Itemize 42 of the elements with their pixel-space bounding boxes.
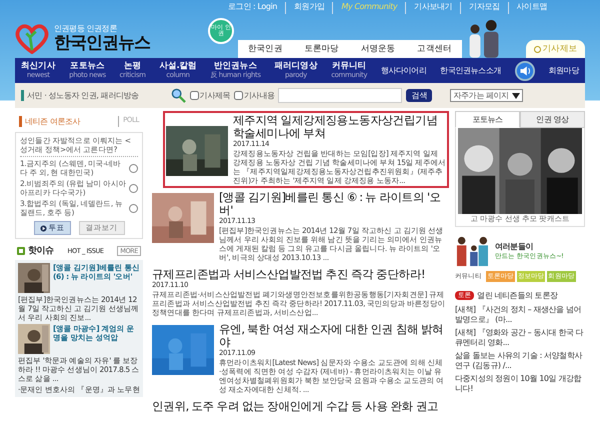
checkbox[interactable] <box>190 91 199 100</box>
top-tab[interactable]: 한국인권 <box>248 43 282 55</box>
banner-title: 여러분들이 <box>495 241 534 252</box>
heart-logo-icon <box>15 24 49 54</box>
member-link[interactable]: 회원마당 <box>548 65 579 76</box>
search-field[interactable] <box>278 88 402 103</box>
forum-item[interactable]: [새책] 『영화와 공간 – 동시대 한국 다큐멘터리 영화... <box>455 328 585 348</box>
radio-button[interactable] <box>129 164 138 172</box>
radio-button[interactable] <box>129 184 138 192</box>
speaker-icon[interactable] <box>514 60 535 80</box>
hot-title: 핫이슈 <box>28 245 54 257</box>
article-title[interactable]: 규제프리존법과 서비스산업발전법 추진 즉각 중단하라! <box>152 268 446 281</box>
search-button[interactable]: 검색 <box>406 89 432 102</box>
caret-icon <box>512 92 520 98</box>
forum-item[interactable]: [새책] 『사건의 정치 – 재생산을 넘어 발명으로』 (마... <box>455 305 585 325</box>
checkbox-label: 기사제목 <box>200 90 230 101</box>
top-tab[interactable]: 고객센터 <box>417 43 452 55</box>
article-card[interactable]: 인권위, 도주 우려 없는 장애인에게 수갑 등 사용 완화 권고 <box>149 397 449 416</box>
article-title[interactable]: 유엔, 북한 여성 재소자에 대한 인권 침해 밝혀야 <box>219 323 446 349</box>
media-tab[interactable]: 포토뉴스 <box>455 111 520 128</box>
page-select[interactable]: 자주가는 페이지 <box>450 89 523 102</box>
article-title[interactable]: [앵콜 김기원]베를린 통신 ⑥ : 뉴 라이트의 '오버' <box>219 191 446 217</box>
forum-item[interactable]: 다중지성의 정원이 10월 10일 개강합니다! <box>455 374 585 394</box>
top-tab[interactable]: 서명운동 <box>360 43 396 55</box>
media-tab[interactable]: 인권 영상 <box>520 111 585 128</box>
checkbox[interactable] <box>234 91 244 100</box>
play-icon <box>40 224 46 232</box>
search-icon <box>170 88 186 103</box>
family-figures-icon <box>455 235 489 267</box>
article-title[interactable]: 제주지역 일제강제징용노동자상건립기념 학술세미나에 부쳐 <box>233 114 446 140</box>
radio-button[interactable] <box>129 204 138 212</box>
tagline: 서민 · 성노동자 인권, 패러디방송 <box>21 90 139 101</box>
logo-slogan: 인권평등 인권정론 <box>54 25 118 34</box>
top-tab[interactable]: 토론마당 <box>304 43 339 55</box>
checkbox-label: 기사내용 <box>244 90 274 101</box>
nav-link[interactable]: 행사다이어리 <box>380 65 426 76</box>
nav-link[interactable]: 한국인권뉴스소개 <box>440 65 502 76</box>
article-title[interactable]: 인권위, 도주 우려 없는 장애인에게 수갑 등 사용 완화 권고 <box>152 400 446 413</box>
forum-title: 열린 네티즌들의 토론장 <box>477 290 558 301</box>
forum-item[interactable]: 삶을 돌보는 사유의 기술 : 서양철학사 연구 (김동규) /... <box>455 351 585 371</box>
poll-title: 네티즌 여론조사 <box>19 116 80 127</box>
site-logo[interactable]: 한국인권뉴스 <box>54 34 150 53</box>
